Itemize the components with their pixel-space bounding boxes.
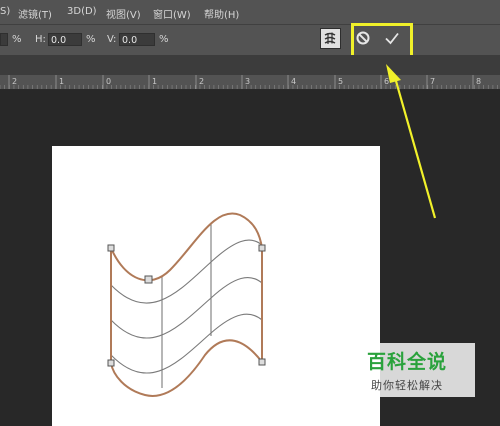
warp-handle <box>144 275 153 284</box>
warp-outline <box>110 212 263 397</box>
warp-handle <box>258 244 266 252</box>
warp-grid-line <box>110 277 263 339</box>
watermark-title: 百科全说 <box>367 351 448 373</box>
annotation-arrow <box>392 73 437 219</box>
warp-handle <box>107 359 115 367</box>
watermark-badge: 百科全说 助你轻松解决 <box>345 343 475 397</box>
warp-grid-line <box>110 239 263 304</box>
warp-handle <box>107 244 115 252</box>
annotation-arrowhead <box>386 64 401 83</box>
warp-grid-line <box>110 313 263 374</box>
watermark-subtitle: 助你轻松解决 <box>371 379 443 392</box>
warp-handle <box>258 358 266 366</box>
